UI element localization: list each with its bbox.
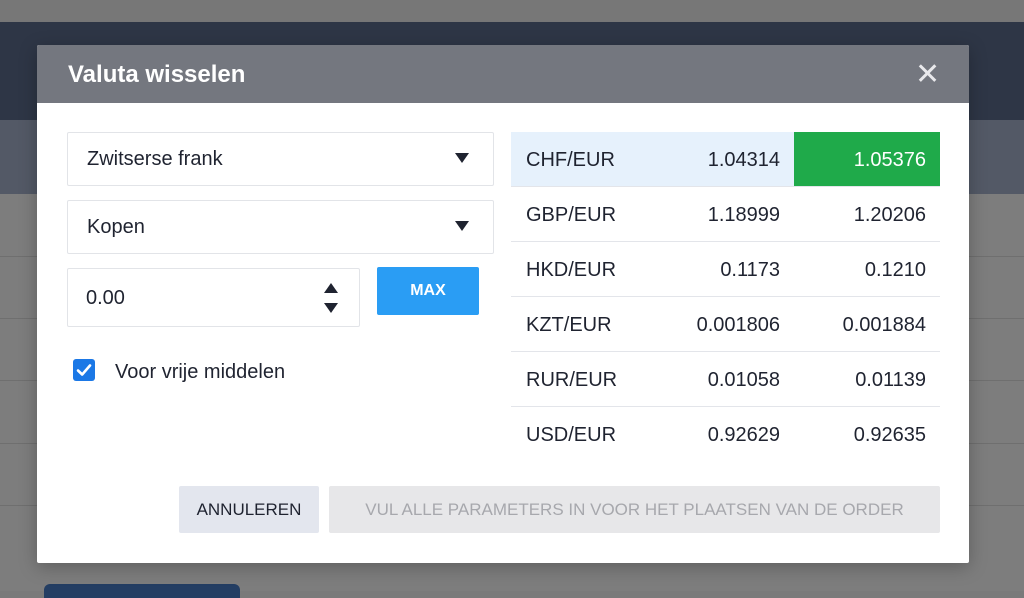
checkmark-icon [76,364,92,376]
free-funds-checkbox[interactable] [73,359,95,381]
rates-table: CHF/EUR 1.04314 1.05376 GBP/EUR 1.18999 … [511,132,940,461]
chevron-down-icon [455,153,469,163]
rate-row[interactable]: HKD/EUR 0.1173 0.1210 [511,242,940,297]
amount-stepper [323,281,339,315]
rate-bid: 0.1173 [720,259,780,281]
rate-ask: 1.20206 [853,204,926,226]
rate-bid: 0.92629 [707,424,780,446]
rate-pair: HKD/EUR [526,259,617,281]
currency-select-value: Zwitserse frank [87,148,223,170]
currency-exchange-dialog: Valuta wisselen ✕ Zwitserse frank Kopen … [37,45,969,563]
rate-ask: 0.001884 [842,314,926,336]
rate-bid: 0.001806 [696,314,780,336]
side-select[interactable]: Kopen [67,200,494,254]
close-icon[interactable]: ✕ [915,60,940,90]
decrement-icon[interactable] [324,303,338,313]
rate-bid: 1.04314 [707,149,780,171]
rate-row[interactable]: CHF/EUR 1.04314 1.05376 [511,132,940,187]
chevron-down-icon [455,221,469,231]
rate-ask: 1.05376 [853,149,926,171]
rate-ask: 0.1210 [864,259,926,281]
rate-pair: USD/EUR [526,424,617,446]
currency-select[interactable]: Zwitserse frank [67,132,494,186]
background-topbar [0,0,1024,22]
cancel-button[interactable]: ANNULEREN [179,486,319,533]
rate-ask: 0.01139 [855,369,926,391]
rate-pair: KZT/EUR [526,314,612,336]
amount-field [67,268,360,327]
rate-bid: 1.18999 [707,204,780,226]
rate-row[interactable]: KZT/EUR 0.001806 0.001884 [511,297,940,352]
amount-input[interactable] [86,285,286,311]
rate-bid: 0.01058 [707,369,780,391]
increment-icon[interactable] [324,283,338,293]
background-button [44,584,240,598]
rate-row[interactable]: GBP/EUR 1.18999 1.20206 [511,187,940,242]
max-button[interactable]: MAX [377,267,479,315]
submit-order-button: VUL ALLE PARAMETERS IN VOOR HET PLAATSEN… [329,486,940,533]
rate-pair: RUR/EUR [526,369,618,391]
rate-ask: 0.92635 [853,424,926,446]
rate-row[interactable]: RUR/EUR 0.01058 0.01139 [511,352,940,407]
rate-row[interactable]: USD/EUR 0.92629 0.92635 [511,407,940,461]
side-select-value: Kopen [87,216,145,238]
dialog-header: Valuta wisselen ✕ [37,45,969,103]
rate-pair: CHF/EUR [526,149,615,171]
rate-pair: GBP/EUR [526,204,617,226]
dialog-title: Valuta wisselen [68,61,246,88]
free-funds-label: Voor vrije middelen [115,361,286,383]
